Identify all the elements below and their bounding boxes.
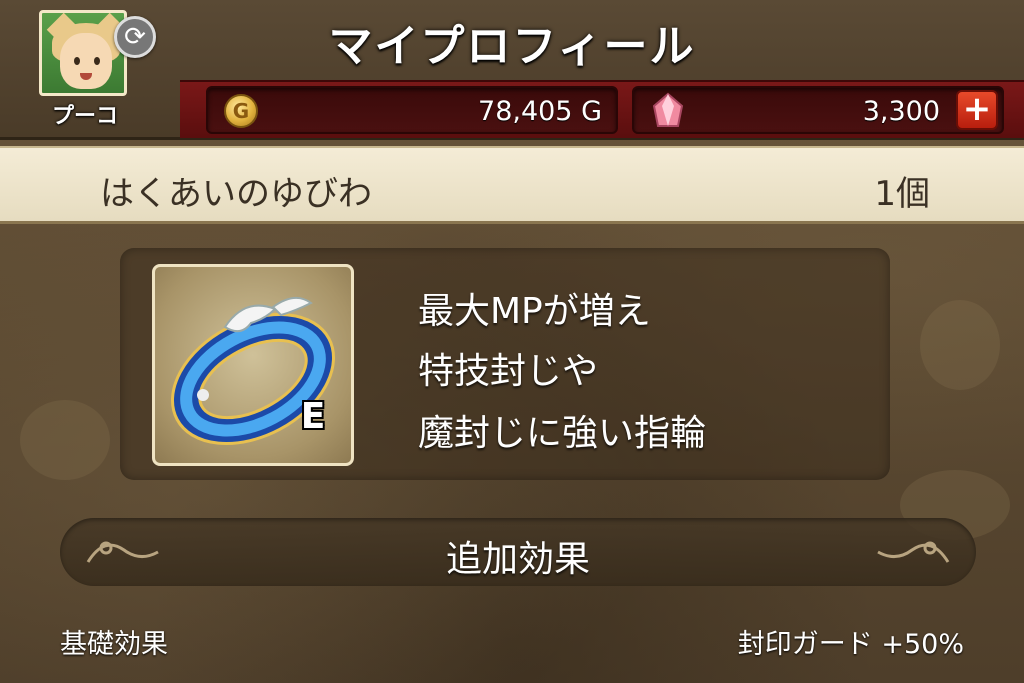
item-name-row: はくあいのゆびわ 1個 bbox=[0, 146, 1024, 224]
gem-display: 3,300 + bbox=[632, 86, 1004, 134]
additional-effects-banner: 追加効果 bbox=[60, 518, 976, 586]
background-leaf-pattern bbox=[920, 300, 1000, 390]
item-count: 1個 bbox=[874, 174, 930, 214]
base-effect-label: 基礎効果 bbox=[60, 629, 168, 660]
avatar-eye bbox=[94, 57, 100, 65]
gold-amount: 78,405 G bbox=[478, 96, 602, 127]
item-description-line: 魔封じに強い指輪 bbox=[418, 413, 707, 454]
character-avatar[interactable] bbox=[39, 10, 127, 96]
item-name: はくあいのゆびわ bbox=[100, 174, 372, 214]
gem-amount: 3,300 bbox=[862, 96, 940, 127]
item-description-line: 最大MPが増え bbox=[418, 291, 651, 332]
additional-effects-title: 追加効果 bbox=[445, 539, 590, 580]
character-name: プーコ bbox=[51, 104, 118, 129]
add-gems-button[interactable]: + bbox=[956, 90, 998, 130]
avatar-eye bbox=[74, 57, 80, 65]
equipped-badge: E bbox=[300, 396, 326, 437]
avatar-face bbox=[60, 33, 112, 89]
gem-icon bbox=[652, 92, 684, 127]
item-description-line: 特技封じや bbox=[418, 351, 599, 392]
flourish-icon bbox=[877, 541, 950, 563]
base-effect-value: 封印ガード +50% bbox=[737, 629, 964, 660]
coin-icon: G bbox=[224, 94, 258, 128]
background-leaf-pattern bbox=[20, 400, 110, 480]
gold-display: G 78,405 G bbox=[206, 86, 618, 134]
switch-character-icon[interactable]: ⟳ bbox=[114, 16, 156, 58]
